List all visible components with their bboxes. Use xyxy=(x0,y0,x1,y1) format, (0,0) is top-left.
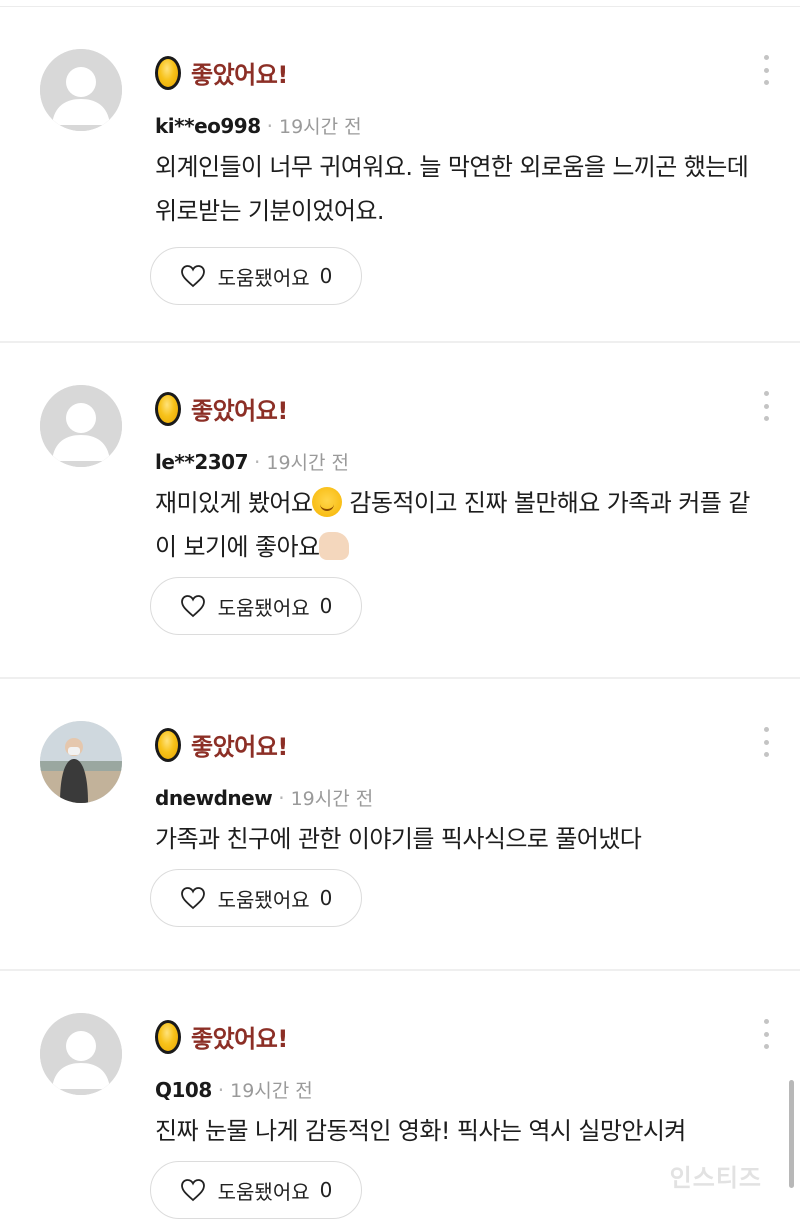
comment-meta: ki**eo998 · 19시간 전 xyxy=(155,112,362,139)
more-options-icon[interactable] xyxy=(762,55,770,85)
comment-text: 진짜 눈물 나게 감동적인 영화! 픽사는 역시 실망안시켜 xyxy=(155,1117,686,1145)
top-divider xyxy=(0,0,800,7)
thumbs-up-icon xyxy=(319,532,350,560)
separator-dot: · xyxy=(266,113,273,138)
timestamp: 19시간 전 xyxy=(290,788,374,810)
timestamp: 19시간 전 xyxy=(266,452,350,474)
rating: 좋았어요! xyxy=(155,391,288,426)
helpful-label: 도움됐어요 xyxy=(217,887,310,912)
rating-label: 좋았어요! xyxy=(191,61,288,89)
comment-item: 좋았어요! ki**eo998 · 19시간 전 외계인들이 너무 귀여워요. … xyxy=(0,7,800,343)
helpful-count: 0 xyxy=(319,886,333,910)
rating-label: 좋았어요! xyxy=(191,1025,288,1053)
default-avatar-icon[interactable] xyxy=(40,385,122,467)
helpful-count: 0 xyxy=(319,264,333,288)
helpful-count: 0 xyxy=(319,594,333,618)
heart-icon xyxy=(180,1179,205,1202)
scrollbar[interactable] xyxy=(789,1080,794,1188)
helpful-button[interactable]: 도움됐어요 0 xyxy=(150,247,362,305)
comment-meta: Q108 · 19시간 전 xyxy=(155,1076,313,1103)
more-options-icon[interactable] xyxy=(762,727,770,757)
rating-label: 좋았어요! xyxy=(191,397,288,425)
comment-text: 가족과 친구에 관한 이야기를 픽사식으로 풀어냈다 xyxy=(155,825,642,853)
helpful-label: 도움됐어요 xyxy=(217,265,310,290)
helpful-label: 도움됐어요 xyxy=(217,1179,310,1204)
timestamp: 19시간 전 xyxy=(230,1080,313,1102)
comment-item: 좋았어요! dnewdnew · 19시간 전 가족과 친구에 관한 이야기를 … xyxy=(0,679,800,971)
more-options-icon[interactable] xyxy=(762,1019,770,1049)
golden-egg-icon xyxy=(155,727,181,762)
username[interactable]: Q108 xyxy=(155,1078,212,1102)
default-avatar-icon[interactable] xyxy=(40,49,122,131)
helpful-button[interactable]: 도움됐어요 0 xyxy=(150,869,362,927)
golden-egg-icon xyxy=(155,55,181,90)
smiling-face-with-hearts-icon xyxy=(312,487,343,517)
timestamp: 19시간 전 xyxy=(279,116,362,138)
helpful-button[interactable]: 도움됐어요 0 xyxy=(150,1161,362,1219)
helpful-count: 0 xyxy=(319,1178,333,1202)
separator-dot: · xyxy=(254,449,261,474)
rating: 좋았어요! xyxy=(155,1019,288,1054)
golden-egg-icon xyxy=(155,391,181,426)
comment-text-part: 재미있게 봤어요 xyxy=(155,489,313,517)
username[interactable]: ki**eo998 xyxy=(155,114,261,138)
rating: 좋았어요! xyxy=(155,727,288,762)
default-avatar-icon[interactable] xyxy=(40,1013,122,1095)
helpful-label: 도움됐어요 xyxy=(217,595,310,620)
heart-icon xyxy=(180,887,205,910)
rating: 좋았어요! xyxy=(155,55,288,90)
separator-dot: · xyxy=(217,1077,225,1102)
heart-icon xyxy=(180,595,205,618)
username[interactable]: dnewdnew xyxy=(155,786,273,810)
helpful-button[interactable]: 도움됐어요 0 xyxy=(150,577,362,635)
watermark: 인스티즈 xyxy=(669,1164,762,1192)
separator-dot: · xyxy=(278,785,285,810)
comment-meta: le**2307 · 19시간 전 xyxy=(155,448,349,475)
heart-icon xyxy=(180,265,205,288)
comment-text: 외계인들이 너무 귀여워요. 늘 막연한 외로움을 느끼곤 했는데 위로받는 기… xyxy=(155,153,749,225)
golden-egg-icon xyxy=(155,1019,181,1054)
username[interactable]: le**2307 xyxy=(155,450,249,474)
rating-label: 좋았어요! xyxy=(191,733,288,761)
comment-item: 좋았어요! le**2307 · 19시간 전 재미있게 봤어요 감동적이고 진… xyxy=(0,343,800,679)
comment-text: 재미있게 봤어요 감동적이고 진짜 볼만해요 가족과 커플 같이 보기에 좋아요 xyxy=(155,481,770,569)
photo-avatar-icon[interactable] xyxy=(40,721,122,803)
more-options-icon[interactable] xyxy=(762,391,770,421)
comment-meta: dnewdnew · 19시간 전 xyxy=(155,784,373,811)
